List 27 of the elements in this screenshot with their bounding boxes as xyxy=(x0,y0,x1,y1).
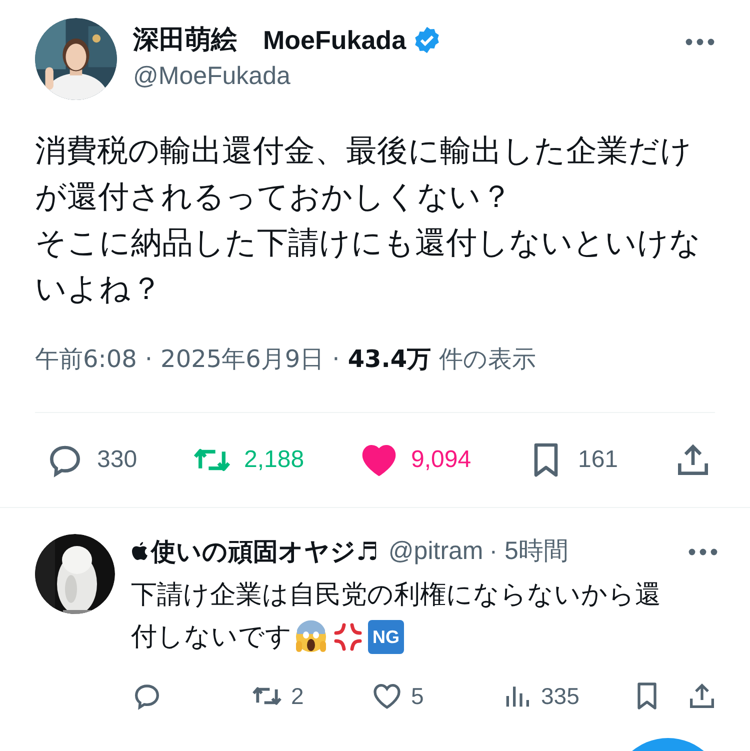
view-count: 43.4万 xyxy=(348,344,432,375)
user-handle: @MoeFukada xyxy=(133,61,292,92)
bookmark-button[interactable]: 161 xyxy=(526,440,618,480)
views-label: 件の表示 xyxy=(439,344,536,375)
tweet-text: 消費税の輸出還付金、最後に輸出した企業だけ が還付されるっておかしくない？ そこに納品した下請けにも還付しないといけな いよね？ xyxy=(35,132,702,309)
like-button[interactable]: 9,094 xyxy=(358,440,472,480)
reply-text-line: 下請け企業は自民党の利権にならないから還 xyxy=(131,579,661,612)
action-count: 2 xyxy=(291,682,304,711)
screen-name: MoeFukada xyxy=(263,24,406,57)
reply-handle: @pitram xyxy=(388,536,484,568)
action-count: 5 xyxy=(411,682,424,711)
anger-symbol-icon xyxy=(332,621,364,653)
apple-logo-icon xyxy=(131,541,149,563)
action-count: 335 xyxy=(541,682,580,711)
tweet-time: 午前6:08 xyxy=(35,344,137,375)
reply-author-name: 使いの頑固オヤジ♬ xyxy=(151,536,378,568)
display-name: 深田萌絵 xyxy=(133,24,237,57)
separator-dot: · xyxy=(332,344,340,375)
ng-emoji: NG xyxy=(368,620,404,654)
tweet-date: 2025年6月9日 xyxy=(160,344,324,375)
reply-text-line: 付しないです xyxy=(131,621,292,654)
reply-button[interactable]: 330 xyxy=(45,440,138,480)
more-options-icon[interactable] xyxy=(685,38,715,46)
more-options-icon[interactable] xyxy=(688,548,718,556)
screaming-face-icon xyxy=(294,620,328,654)
separator-dot: · xyxy=(144,344,153,375)
reply-time: · 5時間 xyxy=(489,536,568,568)
